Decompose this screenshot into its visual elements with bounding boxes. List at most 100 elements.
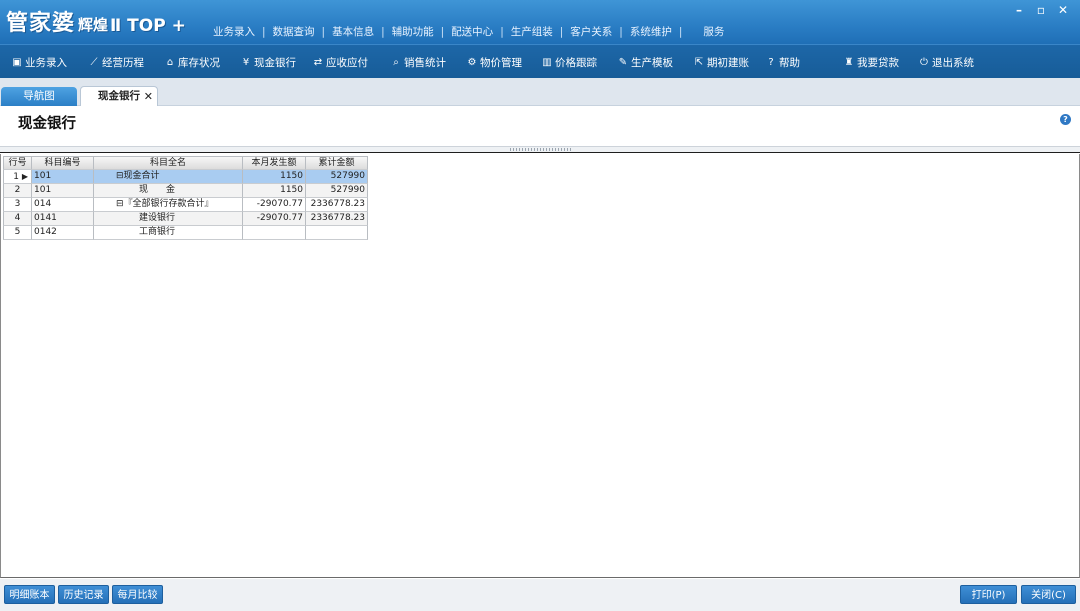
menu-item-distribution[interactable]: 配送中心	[445, 24, 499, 39]
external-icon: ⇱	[694, 56, 704, 68]
close-tab-icon[interactable]: ✕	[144, 87, 153, 106]
table-row[interactable]: 2 101 现 金 1150 527990	[3, 184, 368, 198]
cell-total	[306, 226, 368, 240]
toolbar-label: 生产模板	[631, 56, 673, 69]
maximize-icon[interactable]: ▫	[1030, 2, 1052, 18]
table-header-row: 行号 科目编号 科目全名 本月发生额 累计金额	[3, 156, 368, 170]
toolbar-help[interactable]: ? 帮助	[765, 45, 800, 79]
header-amount[interactable]: 本月发生额	[243, 156, 306, 170]
toolbar-label: 帮助	[779, 56, 800, 69]
cell-code: 014	[32, 198, 94, 212]
cell-row-no: 3	[3, 198, 32, 212]
toolbar-production-template[interactable]: ✎ 生产模板	[617, 45, 673, 79]
table-row[interactable]: 5 0142 工商银行	[3, 226, 368, 240]
toolbar-exit[interactable]: ⏻ 退出系统	[918, 45, 974, 79]
toolbar-opening-accounts[interactable]: ⇱ 期初建账	[693, 45, 749, 79]
menu-item-customer[interactable]: 客户关系	[564, 24, 618, 39]
app-logo: 管家婆 辉煌 Ⅱ TOP +	[6, 7, 186, 37]
header-row-no[interactable]: 行号	[3, 156, 32, 170]
title-bar: 管家婆 辉煌 Ⅱ TOP + 业务录入 | 数据查询 | 基本信息 | 辅助功能 | 配…	[0, 0, 1080, 44]
menu-item-system[interactable]: 系统维护	[624, 24, 678, 39]
splitter[interactable]	[0, 146, 1080, 153]
cell-code: 101	[32, 170, 94, 184]
close-button[interactable]: 关闭(C)	[1021, 585, 1076, 604]
cell-name: ⊟现金合计	[94, 170, 243, 184]
detail-ledger-button[interactable]: 明细账本	[4, 585, 55, 604]
toolbar-operation-history[interactable]: ⟋ 经营历程	[88, 45, 145, 79]
cell-name: 工商银行	[94, 226, 243, 240]
question-icon: ?	[768, 56, 774, 68]
bar-chart-icon: ▥	[542, 56, 552, 68]
toolbar-label: 业务录入	[25, 56, 67, 69]
toolbar-label: 现金银行	[254, 56, 296, 69]
cell-total: 2336778.23	[306, 198, 368, 212]
toolbar-cash-bank[interactable]: ¥ 现金银行	[240, 45, 296, 79]
bottom-bar: 明细账本 历史记录 每月比较 打印(P) 关闭(C)	[0, 579, 1080, 611]
tab-navigation[interactable]: 导航图	[1, 87, 77, 106]
toolbar-label: 我要贷款	[857, 56, 899, 69]
cell-total: 527990	[306, 184, 368, 198]
table-row[interactable]: 3 014 ⊟『全部银行存款合计』 -29070.77 2336778.23	[3, 198, 368, 212]
toolbar-business-entry[interactable]: ▣ 业务录入	[11, 45, 67, 79]
table-row[interactable]: 4 0141 建设银行 -29070.77 2336778.23	[3, 212, 368, 226]
brand-main: 管家婆	[6, 10, 76, 36]
toolbar-inventory[interactable]: ⌂ 库存状况	[164, 45, 220, 79]
cell-row-no: 2	[3, 184, 32, 198]
tab-label: 现金银行	[98, 90, 140, 102]
toolbar-price-tracking[interactable]: ▥ 价格跟踪	[541, 45, 597, 79]
tab-cash-bank[interactable]: 现金银行 ✕	[80, 86, 158, 107]
minimize-icon[interactable]: –	[1008, 2, 1030, 18]
history-button[interactable]: 历史记录	[58, 585, 109, 604]
print-button[interactable]: 打印(P)	[960, 585, 1017, 604]
row-no-text: 1	[13, 172, 19, 182]
window-controls: – ▫ ✕	[1008, 2, 1074, 18]
close-window-icon[interactable]: ✕	[1052, 2, 1074, 18]
cell-amount: -29070.77	[243, 212, 306, 226]
toolbar-label: 销售统计	[404, 56, 446, 69]
monthly-compare-button[interactable]: 每月比较	[112, 585, 163, 604]
header-total[interactable]: 累计金额	[306, 156, 368, 170]
help-icon[interactable]: ?	[1060, 114, 1071, 125]
toolbar-label: 物价管理	[480, 56, 522, 69]
menu-item-basic-info[interactable]: 基本信息	[326, 24, 380, 39]
toolbar-label: 价格跟踪	[555, 56, 597, 69]
splitter-grip	[510, 148, 572, 151]
main-toolbar: ▣ 业务录入 ⟋ 经营历程 ⌂ 库存状况 ¥ 现金银行 ⇄ 应收应付 ⌕ 销售统计 ⚙ 物价管…	[0, 44, 1080, 78]
menu-item-service[interactable]: 服务	[697, 24, 730, 39]
toolbar-label: 应收应付	[326, 56, 368, 69]
header-name[interactable]: 科目全名	[94, 156, 243, 170]
cell-row-no: 4	[3, 212, 32, 226]
toolbar-label: 经营历程	[102, 56, 144, 69]
cell-amount: 1150	[243, 184, 306, 198]
page-header: 现金银行 ?	[0, 106, 1080, 146]
cell-amount: 1150	[243, 170, 306, 184]
toolbar-price-management[interactable]: ⚙ 物价管理	[466, 45, 522, 79]
menu-item-production[interactable]: 生产组装	[505, 24, 559, 39]
cell-code: 101	[32, 184, 94, 198]
toolbar-label: 库存状况	[178, 56, 220, 69]
toolbar-label: 退出系统	[932, 56, 974, 69]
menu-item-auxiliary[interactable]: 辅助功能	[386, 24, 440, 39]
toolbar-loan[interactable]: ♜ 我要贷款	[843, 45, 899, 79]
page-title: 现金银行	[18, 116, 76, 132]
cell-code: 0142	[32, 226, 94, 240]
cell-row-no: 1 ▶	[3, 170, 32, 184]
menu-item-data-query[interactable]: 数据查询	[267, 24, 321, 39]
cell-name: 建设银行	[94, 212, 243, 226]
tab-strip: 导航图 现金银行 ✕	[0, 78, 1080, 107]
power-icon: ⏻	[920, 56, 928, 68]
cell-name: ⊟『全部银行存款合计』	[94, 198, 243, 212]
cell-amount: -29070.77	[243, 198, 306, 212]
header-code[interactable]: 科目编号	[32, 156, 94, 170]
brand-version: Ⅱ TOP +	[110, 16, 186, 36]
data-grid: 行号 科目编号 科目全名 本月发生额 累计金额 1 ▶ 101 ⊟现金合计 11…	[0, 154, 1080, 578]
cell-amount	[243, 226, 306, 240]
cell-total: 527990	[306, 170, 368, 184]
document-icon: ▣	[12, 56, 22, 68]
gear-icon: ⚙	[467, 56, 477, 68]
table-row[interactable]: 1 ▶ 101 ⊟现金合计 1150 527990	[3, 170, 368, 184]
menu-item-business-entry[interactable]: 业务录入	[207, 24, 261, 39]
toolbar-sales-stats[interactable]: ⌕ 销售统计	[390, 45, 446, 79]
toolbar-receivable-payable[interactable]: ⇄ 应收应付	[312, 45, 368, 79]
cell-code: 0141	[32, 212, 94, 226]
